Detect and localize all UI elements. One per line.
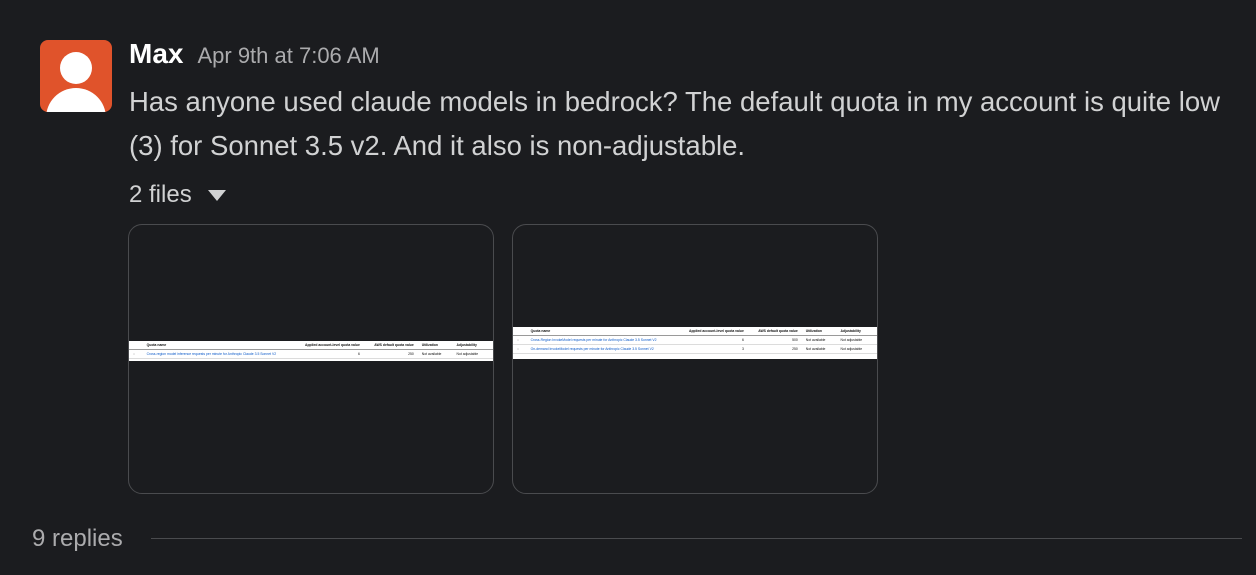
quota-table-screenshot: Quota name Applied account-level quota v… xyxy=(129,341,493,361)
column-header: Utilization xyxy=(805,329,822,333)
caret-down-icon xyxy=(207,189,226,201)
table-row: ○ Cross-Region InvokeModel requests per … xyxy=(513,336,877,345)
file-attachment-1[interactable]: Quota name Applied account-level quota v… xyxy=(128,224,494,494)
radio-icon: ○ xyxy=(517,338,520,342)
quota-name-link: Cross-region model inference requests pe… xyxy=(146,352,277,356)
applied-value: 3 xyxy=(741,347,744,351)
quota-name-link: Cross-Region InvokeModel requests per mi… xyxy=(530,338,657,342)
files-toggle[interactable]: 2 files xyxy=(129,178,226,212)
table-header-row: Quota name Applied account-level quota v… xyxy=(513,327,877,336)
column-header: Quota name xyxy=(530,329,551,333)
files-toggle-label: 2 files xyxy=(129,181,192,208)
column-header: AWS default quota value xyxy=(758,329,798,333)
applied-value: 6 xyxy=(357,352,360,356)
default-value: 500 xyxy=(792,338,798,342)
column-header: Applied account-level quota value xyxy=(689,329,744,333)
author-name[interactable]: Max xyxy=(129,38,183,70)
table-header-row: Quota name Applied account-level quota v… xyxy=(129,341,493,350)
adjustability-value: Not adjustable xyxy=(840,347,863,351)
applied-value: 6 xyxy=(741,338,744,342)
column-header: Quota name xyxy=(146,343,167,347)
message-text: Has anyone used claude models in bedrock… xyxy=(129,86,1220,161)
utilization-value: Not available xyxy=(421,352,442,356)
avatar[interactable] xyxy=(40,40,112,112)
message-timestamp[interactable]: Apr 9th at 7:06 AM xyxy=(197,43,379,69)
message: Max Apr 9th at 7:06 AM Has anyone used c… xyxy=(0,0,1256,575)
message-header: Max Apr 9th at 7:06 AM xyxy=(129,38,380,74)
utilization-value: Not available xyxy=(805,338,826,342)
column-header: Applied account-level quota value xyxy=(305,343,360,347)
column-header: Adjustability xyxy=(456,343,477,347)
thread-replies-link[interactable]: 9 replies xyxy=(32,521,123,557)
column-header: Adjustability xyxy=(840,329,861,333)
user-silhouette-shoulders xyxy=(46,88,106,112)
default-value: 250 xyxy=(792,347,798,351)
utilization-value: Not available xyxy=(805,347,826,351)
file-attachment-2[interactable]: Quota name Applied account-level quota v… xyxy=(512,224,878,494)
radio-icon: ○ xyxy=(133,352,136,356)
divider xyxy=(151,538,1242,539)
default-value: 250 xyxy=(408,352,414,356)
quota-name-link: On-demand InvokeModel requests per minut… xyxy=(530,347,654,351)
column-header: Utilization xyxy=(421,343,438,347)
quota-table-screenshot: Quota name Applied account-level quota v… xyxy=(513,327,877,359)
radio-icon: ○ xyxy=(517,347,520,351)
adjustability-value: Not adjustable xyxy=(840,338,863,342)
table-row: ○ On-demand InvokeModel requests per min… xyxy=(513,345,877,354)
user-silhouette-icon xyxy=(60,52,92,84)
adjustability-value: Not adjustable xyxy=(456,352,479,356)
table-row: ○ Cross-region model inference requests … xyxy=(129,350,493,359)
column-header: AWS default quota value xyxy=(374,343,414,347)
